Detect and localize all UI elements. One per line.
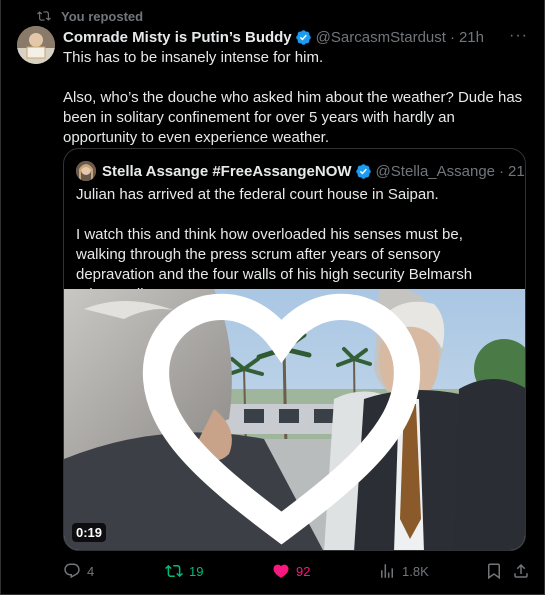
heart-icon bbox=[273, 564, 289, 578]
tweet-text: This has to be insanely intense for him.… bbox=[63, 49, 523, 146]
quoted-tweet-text: Julian has arrived at the federal court … bbox=[76, 186, 473, 303]
repost-banner-label: You reposted bbox=[61, 8, 144, 24]
action-bar: 4 19 92 1.8K bbox=[63, 562, 531, 582]
bookmark-button[interactable] bbox=[485, 562, 503, 580]
quoted-author-avatar[interactable] bbox=[76, 161, 96, 181]
like-button[interactable]: 92 bbox=[272, 562, 310, 580]
author-handle[interactable]: @SarcasmStardust bbox=[316, 29, 446, 46]
repost-button[interactable]: 19 bbox=[165, 562, 203, 580]
heart-overlay-icon bbox=[142, 293, 421, 545]
more-options-icon[interactable]: ··· bbox=[509, 27, 528, 45]
repost-icon bbox=[37, 11, 51, 21]
quoted-tweet-header: Stella Assange #FreeAssangeNOW @Stella_A… bbox=[76, 161, 525, 181]
reply-count: 4 bbox=[87, 563, 95, 579]
repost-banner: You reposted bbox=[37, 8, 143, 24]
reply-button[interactable]: 4 bbox=[63, 562, 94, 580]
like-count: 92 bbox=[296, 563, 311, 579]
view-count: 1.8K bbox=[402, 563, 429, 579]
share-button[interactable] bbox=[512, 562, 530, 580]
share-icon bbox=[514, 563, 528, 578]
analytics-icon bbox=[381, 564, 393, 578]
views-button[interactable]: 1.8K bbox=[378, 562, 429, 580]
repost-count: 19 bbox=[189, 563, 204, 579]
repost-icon bbox=[165, 564, 183, 578]
verified-badge-icon[interactable] bbox=[355, 163, 372, 180]
quoted-author-handle[interactable]: @Stella_Assange bbox=[376, 163, 495, 180]
bookmark-icon bbox=[488, 563, 500, 580]
separator-dot: · bbox=[499, 162, 505, 180]
author-avatar[interactable] bbox=[17, 26, 55, 64]
quoted-tweet-timestamp[interactable]: 21h bbox=[508, 163, 525, 180]
quoted-author-name[interactable]: Stella Assange #FreeAssangeNOW bbox=[102, 163, 352, 180]
tweet-header: Comrade Misty is Putin’s Buddy @SarcasmS… bbox=[63, 27, 528, 47]
tweet-card[interactable]: You reposted Comrade Misty is Putin’s Bu… bbox=[0, 0, 545, 595]
quoted-tweet[interactable]: Stella Assange #FreeAssangeNOW @Stella_A… bbox=[63, 148, 526, 551]
video-player[interactable]: 0:19 bbox=[64, 289, 525, 550]
author-name[interactable]: Comrade Misty is Putin’s Buddy bbox=[63, 29, 292, 46]
reply-icon bbox=[64, 563, 80, 579]
separator-dot: · bbox=[449, 28, 455, 46]
verified-badge-icon[interactable] bbox=[295, 29, 312, 46]
tweet-timestamp[interactable]: 21h bbox=[459, 29, 484, 46]
